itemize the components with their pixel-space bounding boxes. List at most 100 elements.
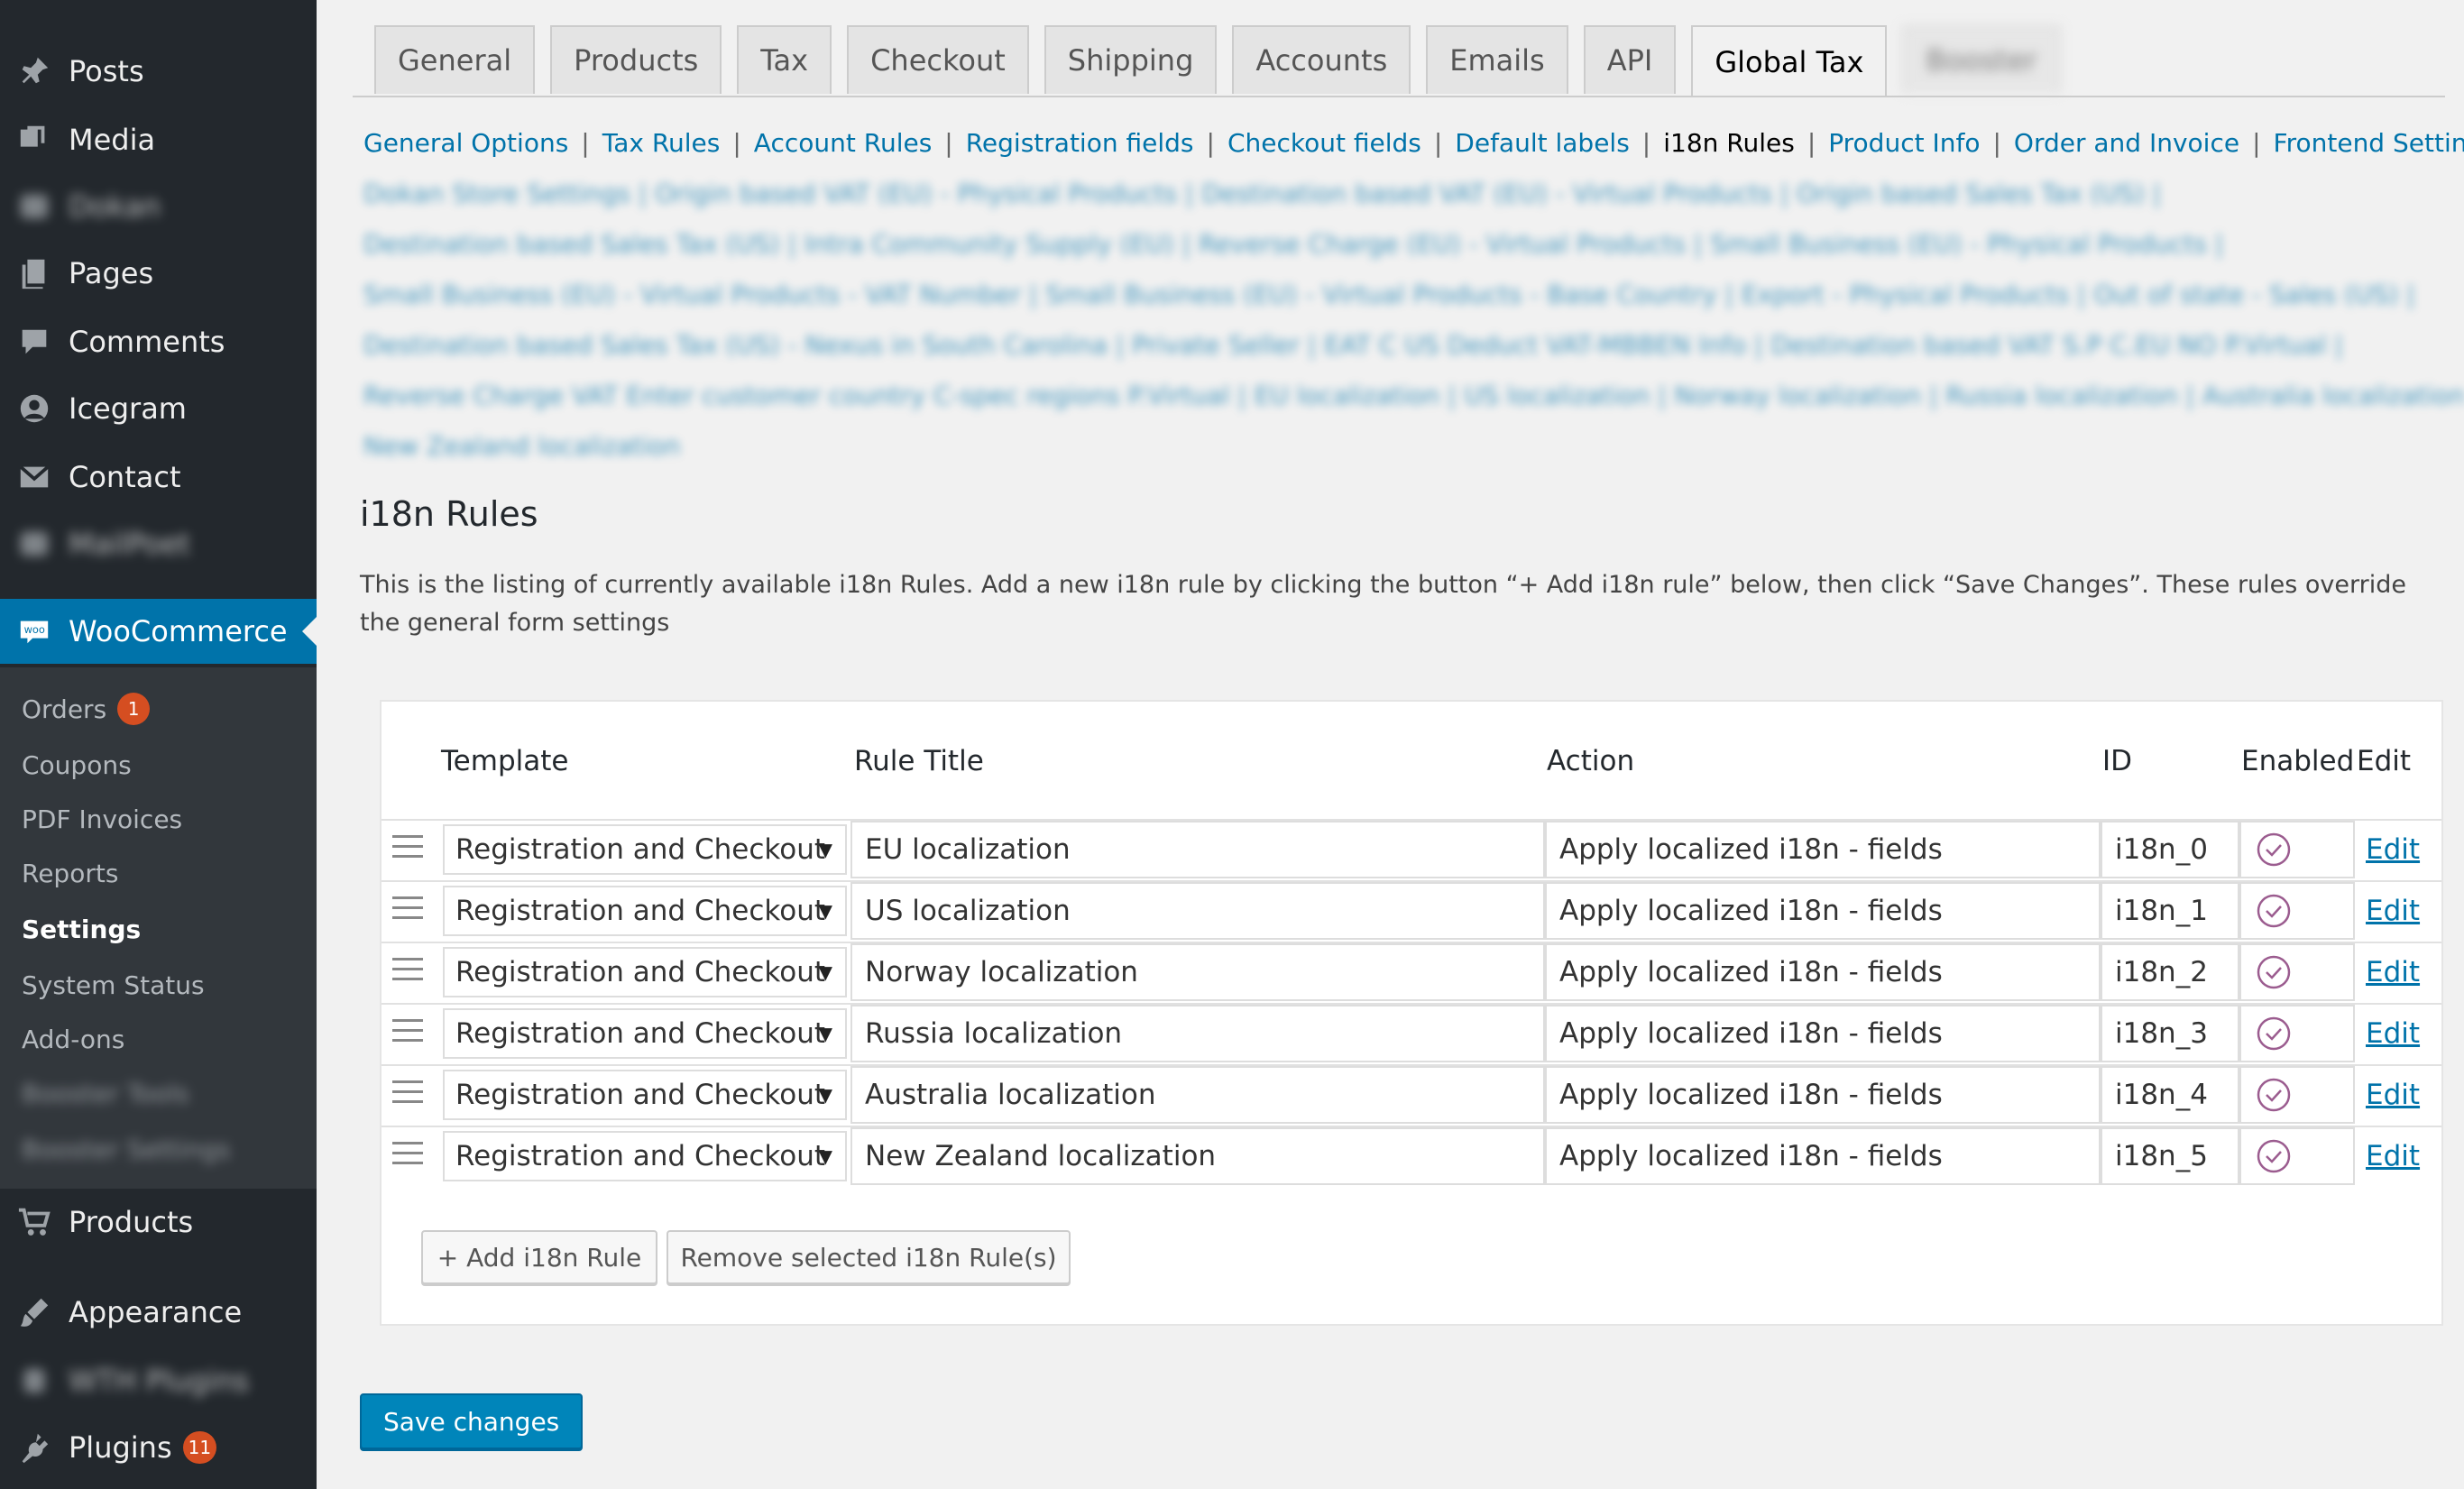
edit-rule-link[interactable]: Edit	[2366, 833, 2420, 866]
edit-rule-link[interactable]: Edit	[2366, 1140, 2420, 1172]
menu-posts[interactable]: Posts	[0, 40, 317, 103]
section-links-row-blurred[interactable]: Reverse Charge VAT Enter customer countr…	[363, 370, 2464, 420]
menu-label: WTH Plugins	[69, 1364, 250, 1398]
rule-title-field[interactable]: New Zealand localization	[850, 1127, 1545, 1185]
template-select[interactable]: Registration and Checkout ▼	[443, 1070, 847, 1120]
edit-rule-link[interactable]: Edit	[2366, 1079, 2420, 1111]
template-select[interactable]: Registration and Checkout ▼	[443, 824, 847, 875]
section-link-general-options[interactable]: General Options	[363, 128, 568, 158]
section-links-row-blurred[interactable]: Small Business (EU) - Virtual Products -…	[363, 269, 2438, 319]
tab-checkout[interactable]: Checkout	[847, 25, 1029, 94]
submenu-addons[interactable]: Add-ons	[22, 1019, 124, 1059]
submenu-pdf-invoices[interactable]: PDF Invoices	[22, 799, 182, 839]
enabled-cell[interactable]	[2239, 1127, 2355, 1185]
section-links-row-blurred[interactable]: Dokan Store Settings | Origin based VAT …	[363, 168, 2438, 218]
chevron-down-icon: ▼	[818, 1023, 832, 1044]
drag-handle-icon[interactable]	[392, 1019, 423, 1046]
submenu-system-status[interactable]: System Status	[22, 965, 205, 1005]
section-link-tax-rules[interactable]: Tax Rules	[602, 128, 721, 158]
rule-id-field: i18n_2	[2101, 943, 2239, 1001]
menu-label: WooCommerce	[69, 614, 288, 648]
section-links-row-blurred[interactable]: Destination based Sales Tax (US) - Nexus…	[363, 319, 2438, 370]
action-value: Apply localized i18n - fields	[1559, 1079, 1943, 1111]
template-select[interactable]: Registration and Checkout ▼	[443, 1008, 847, 1059]
chevron-down-icon: ▼	[818, 839, 832, 860]
menu-media[interactable]: Media	[0, 108, 317, 171]
tab-products[interactable]: Products	[550, 25, 722, 94]
action-value: Apply localized i18n - fields	[1559, 1017, 1943, 1050]
menu-products[interactable]: Products	[0, 1190, 317, 1254]
section-link-frontend-settings[interactable]: Frontend Settings	[2274, 128, 2464, 158]
edit-rule-link[interactable]: Edit	[2366, 895, 2420, 927]
enabled-cell[interactable]	[2239, 1066, 2355, 1124]
menu-comments[interactable]: Comments	[0, 310, 317, 373]
enabled-cell[interactable]	[2239, 821, 2355, 878]
chevron-down-icon: ▼	[818, 961, 832, 983]
enabled-cell[interactable]	[2239, 882, 2355, 940]
rule-id-field: i18n_4	[2101, 1066, 2239, 1124]
template-select[interactable]: Registration and Checkout ▼	[443, 886, 847, 936]
action-field[interactable]: Apply localized i18n - fields	[1545, 1005, 2101, 1062]
enabled-cell[interactable]	[2239, 943, 2355, 1001]
section-link-order-and-invoice[interactable]: Order and Invoice	[2014, 128, 2239, 158]
drag-handle-icon[interactable]	[392, 958, 423, 985]
submenu-coupons[interactable]: Coupons	[22, 745, 132, 785]
tab-emails[interactable]: Emails	[1426, 25, 1568, 94]
edit-cell: Edit	[2355, 1005, 2447, 1062]
tab-global-tax[interactable]: Global Tax	[1691, 25, 1888, 97]
section-link-product-info[interactable]: Product Info	[1828, 128, 1980, 158]
section-link-registration-fields[interactable]: Registration fields	[966, 128, 1194, 158]
drag-handle-icon[interactable]	[392, 1142, 423, 1169]
tab-booster[interactable]: Booster	[1902, 25, 2061, 94]
submenu-booster-tools[interactable]: Booster Tools	[22, 1073, 189, 1113]
edit-rule-link[interactable]: Edit	[2366, 956, 2420, 988]
template-select[interactable]: Registration and Checkout ▼	[443, 1131, 847, 1181]
link-separator: |	[581, 127, 590, 158]
action-field[interactable]: Apply localized i18n - fields	[1545, 821, 2101, 878]
tab-accounts[interactable]: Accounts	[1232, 25, 1411, 94]
section-link-account-rules[interactable]: Account Rules	[754, 128, 933, 158]
add-i18n-rule-button[interactable]: + Add i18n Rule	[421, 1230, 657, 1284]
action-field[interactable]: Apply localized i18n - fields	[1545, 943, 2101, 1001]
rule-title-field[interactable]: Russia localization	[850, 1005, 1545, 1062]
section-link-default-labels[interactable]: Default labels	[1455, 128, 1630, 158]
template-select[interactable]: Registration and Checkout ▼	[443, 947, 847, 997]
submenu-orders[interactable]: Orders 1	[22, 689, 151, 729]
tab-shipping[interactable]: Shipping	[1044, 25, 1218, 94]
rule-title-field[interactable]: US localization	[850, 882, 1545, 940]
submenu-booster-settings[interactable]: Booster Settings	[22, 1129, 231, 1169]
drag-handle-icon[interactable]	[392, 896, 423, 924]
rule-title-field[interactable]: Australia localization	[850, 1066, 1545, 1124]
enabled-cell[interactable]	[2239, 1005, 2355, 1062]
section-links-row-blurred[interactable]: New Zealand localization	[363, 420, 2438, 471]
menu-plugins[interactable]: Plugins 11	[0, 1416, 317, 1479]
tab-api[interactable]: API	[1583, 25, 1677, 94]
menu-woocommerce[interactable]: woo WooCommerce	[0, 599, 317, 664]
section-link-checkout-fields[interactable]: Checkout fields	[1227, 128, 1421, 158]
submenu-reports[interactable]: Reports	[22, 853, 118, 893]
action-field[interactable]: Apply localized i18n - fields	[1545, 1066, 2101, 1124]
drag-handle-icon[interactable]	[392, 835, 423, 862]
menu-wth-plugins[interactable]: WTH Plugins	[0, 1349, 317, 1412]
menu-mailpoet[interactable]: MailPoet	[0, 512, 317, 575]
remove-selected-rules-button[interactable]: Remove selected i18n Rule(s)	[667, 1230, 1071, 1284]
section-links-row-blurred[interactable]: Destination based Sales Tax (US) | Intra…	[363, 218, 2438, 269]
action-field[interactable]: Apply localized i18n - fields	[1545, 1127, 2101, 1185]
edit-rule-link[interactable]: Edit	[2366, 1017, 2420, 1050]
action-field[interactable]: Apply localized i18n - fields	[1545, 882, 2101, 940]
save-changes-button[interactable]: Save changes	[360, 1393, 584, 1449]
tab-tax[interactable]: Tax	[737, 25, 832, 94]
menu-dokan[interactable]: Dokan	[0, 175, 317, 238]
envelope-icon	[16, 459, 52, 495]
header-id: ID	[2102, 745, 2133, 777]
rule-title-field[interactable]: Norway localization	[850, 943, 1545, 1001]
tab-general[interactable]: General	[374, 25, 536, 94]
section-link-i18n-rules[interactable]: i18n Rules	[1663, 128, 1795, 158]
menu-contact[interactable]: Contact	[0, 446, 317, 509]
submenu-settings[interactable]: Settings	[22, 909, 141, 949]
menu-pages[interactable]: Pages	[0, 242, 317, 305]
menu-icegram[interactable]: Icegram	[0, 377, 317, 440]
rule-title-field[interactable]: EU localization	[850, 821, 1545, 878]
menu-appearance[interactable]: Appearance	[0, 1281, 317, 1344]
drag-handle-icon[interactable]	[392, 1080, 423, 1108]
